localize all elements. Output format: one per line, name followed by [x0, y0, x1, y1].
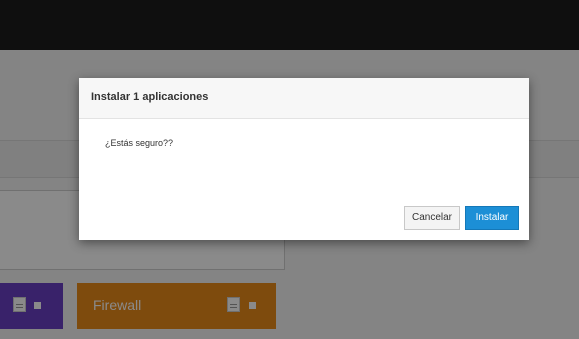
cancel-button[interactable]: Cancelar [404, 206, 460, 230]
install-dialog: Instalar 1 aplicaciones ¿Estás seguro?? … [79, 78, 529, 240]
install-button[interactable]: Instalar [465, 206, 519, 230]
dialog-title: Instalar 1 aplicaciones [91, 91, 209, 103]
dialog-message: ¿Estás seguro?? [105, 138, 174, 148]
dialog-header: Instalar 1 aplicaciones [79, 78, 529, 119]
